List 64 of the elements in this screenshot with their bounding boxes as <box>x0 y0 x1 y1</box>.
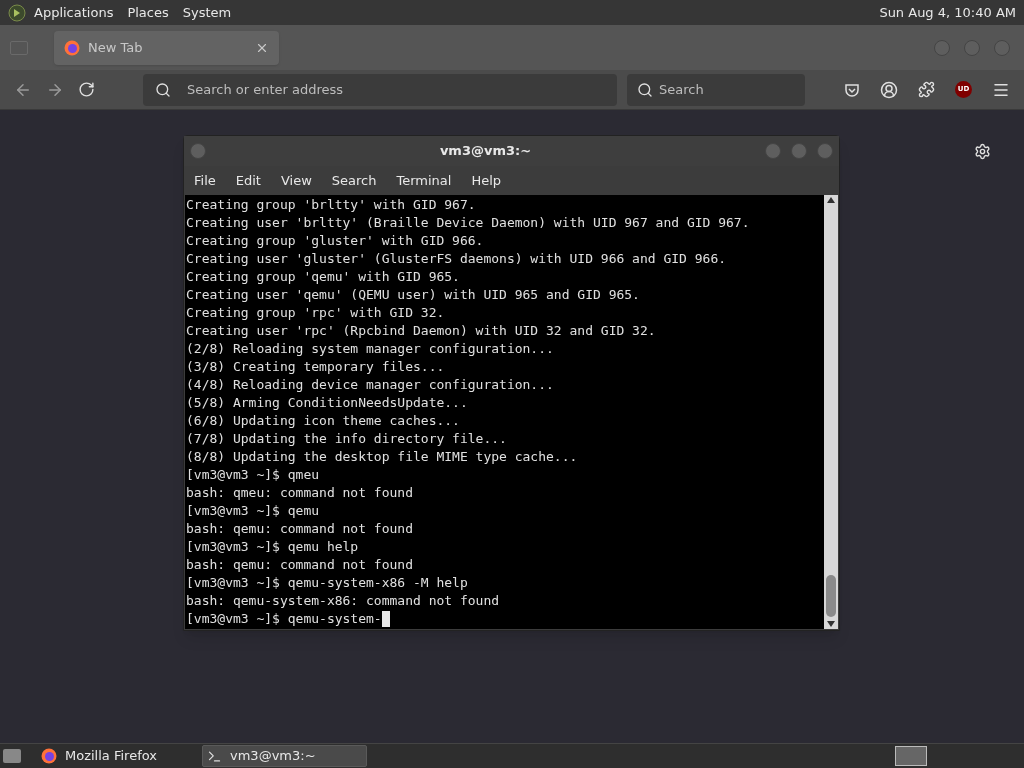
output-line: (4/8) Reloading device manager configuration... <box>186 376 555 394</box>
pocket-icon[interactable] <box>844 81 860 98</box>
output-line: (6/8) Updating icon theme caches... <box>186 412 461 430</box>
output-line: Creating group 'brltty' with GID 967. <box>186 196 477 214</box>
scrollbar[interactable] <box>824 195 838 629</box>
search-field[interactable]: Search <box>627 73 805 106</box>
output-line: [vm3@vm3 ~]$ qemu <box>186 502 321 520</box>
panel-menu[interactable]: Applications <box>34 2 114 23</box>
taskbar-button[interactable]: vm3@vm3:~ <box>202 745 367 767</box>
tab-title: New Tab <box>88 38 144 57</box>
prompt-line: [vm3@vm3 ~]$ qemu-system- <box>186 610 382 628</box>
output-line: Creating user 'qemu' (QEMU user) with UID 965 and GID 965. <box>186 286 641 304</box>
taskbar-button[interactable]: Mozilla Firefox <box>37 745 202 767</box>
output-line: bash: qemu: command not found <box>186 556 414 574</box>
output-line: Creating group 'gluster' with GID 966. <box>186 232 485 250</box>
output-line: Creating user 'gluster' (GlusterFS daemons) with UID 966 and GID 966. <box>186 250 728 268</box>
output-line: bash: qmeu: command not found <box>186 484 414 502</box>
menu-item[interactable]: Help <box>471 170 502 191</box>
scroll-up-icon[interactable] <box>827 197 835 203</box>
output-line: Creating user 'rpc' (Rpcbind Daemon) with UID 32 and GID 32. <box>186 322 657 340</box>
output-line: (7/8) Updating the info directory file... <box>186 430 508 448</box>
terminal-icon <box>207 748 222 764</box>
output-line: (5/8) Arming ConditionNeedsUpdate... <box>186 394 469 412</box>
workspace-switcher[interactable] <box>895 746 927 766</box>
logo-icon[interactable] <box>8 3 26 22</box>
fox-globe-icon <box>41 748 57 764</box>
fox-globe-icon <box>64 39 80 56</box>
close-button[interactable] <box>817 143 833 159</box>
output-line: bash: qemu: command not found <box>186 520 414 538</box>
search-icon <box>637 81 653 98</box>
output-line: [vm3@vm3 ~]$ qmeu <box>186 466 321 484</box>
scroll-thumb[interactable] <box>826 575 836 617</box>
output-line: (2/8) Reloading system manager configuration... <box>186 340 555 358</box>
settings-icon[interactable] <box>974 143 991 160</box>
maximize-button[interactable] <box>791 143 807 159</box>
reload-icon[interactable] <box>78 81 95 98</box>
output-line: [vm3@vm3 ~]$ qemu help <box>186 538 360 556</box>
account-icon[interactable] <box>880 80 898 99</box>
panel-menu[interactable]: Places <box>127 2 169 23</box>
output-line: bash: qemu-system-x86: command not found <box>186 592 501 610</box>
browser-tab[interactable]: New Tab <box>54 30 279 65</box>
menu-item[interactable]: Terminal <box>396 170 452 191</box>
search-icon <box>155 81 171 98</box>
scroll-down-icon[interactable] <box>827 621 835 627</box>
window-menu-button[interactable] <box>190 143 206 159</box>
output-line: Creating group 'rpc' with GID 32. <box>186 304 446 322</box>
address-field[interactable]: Search or enter address <box>143 73 617 106</box>
text-cursor <box>381 611 390 627</box>
taskbar-label: Mozilla Firefox <box>65 747 157 766</box>
window-title: vm3@vm3:~ <box>438 142 533 161</box>
menu-item[interactable]: Search <box>331 170 377 191</box>
extensions-icon[interactable] <box>918 81 935 98</box>
clock[interactable]: Sun Aug 4, 10:40 AM <box>879 2 1016 23</box>
output-line: Creating user 'brltty' (Braille Device Daemon) with UID 967 and GID 967. <box>186 214 751 232</box>
minimize-button[interactable] <box>765 143 781 159</box>
menu-item[interactable]: View <box>280 170 312 191</box>
menu-item[interactable]: Edit <box>235 170 261 191</box>
menu-item[interactable]: File <box>194 170 216 191</box>
output-line: [vm3@vm3 ~]$ qemu-system-x86 -M help <box>186 574 469 592</box>
output-line: (3/8) Creating temporary files... <box>186 358 446 376</box>
output-line: Creating group 'qemu' with GID 965. <box>186 268 461 286</box>
taskbar-label: vm3@vm3:~ <box>230 747 316 766</box>
panel-menu[interactable]: System <box>182 2 232 23</box>
output-line: (8/8) Updating the desktop file MIME type cache... <box>186 448 579 466</box>
